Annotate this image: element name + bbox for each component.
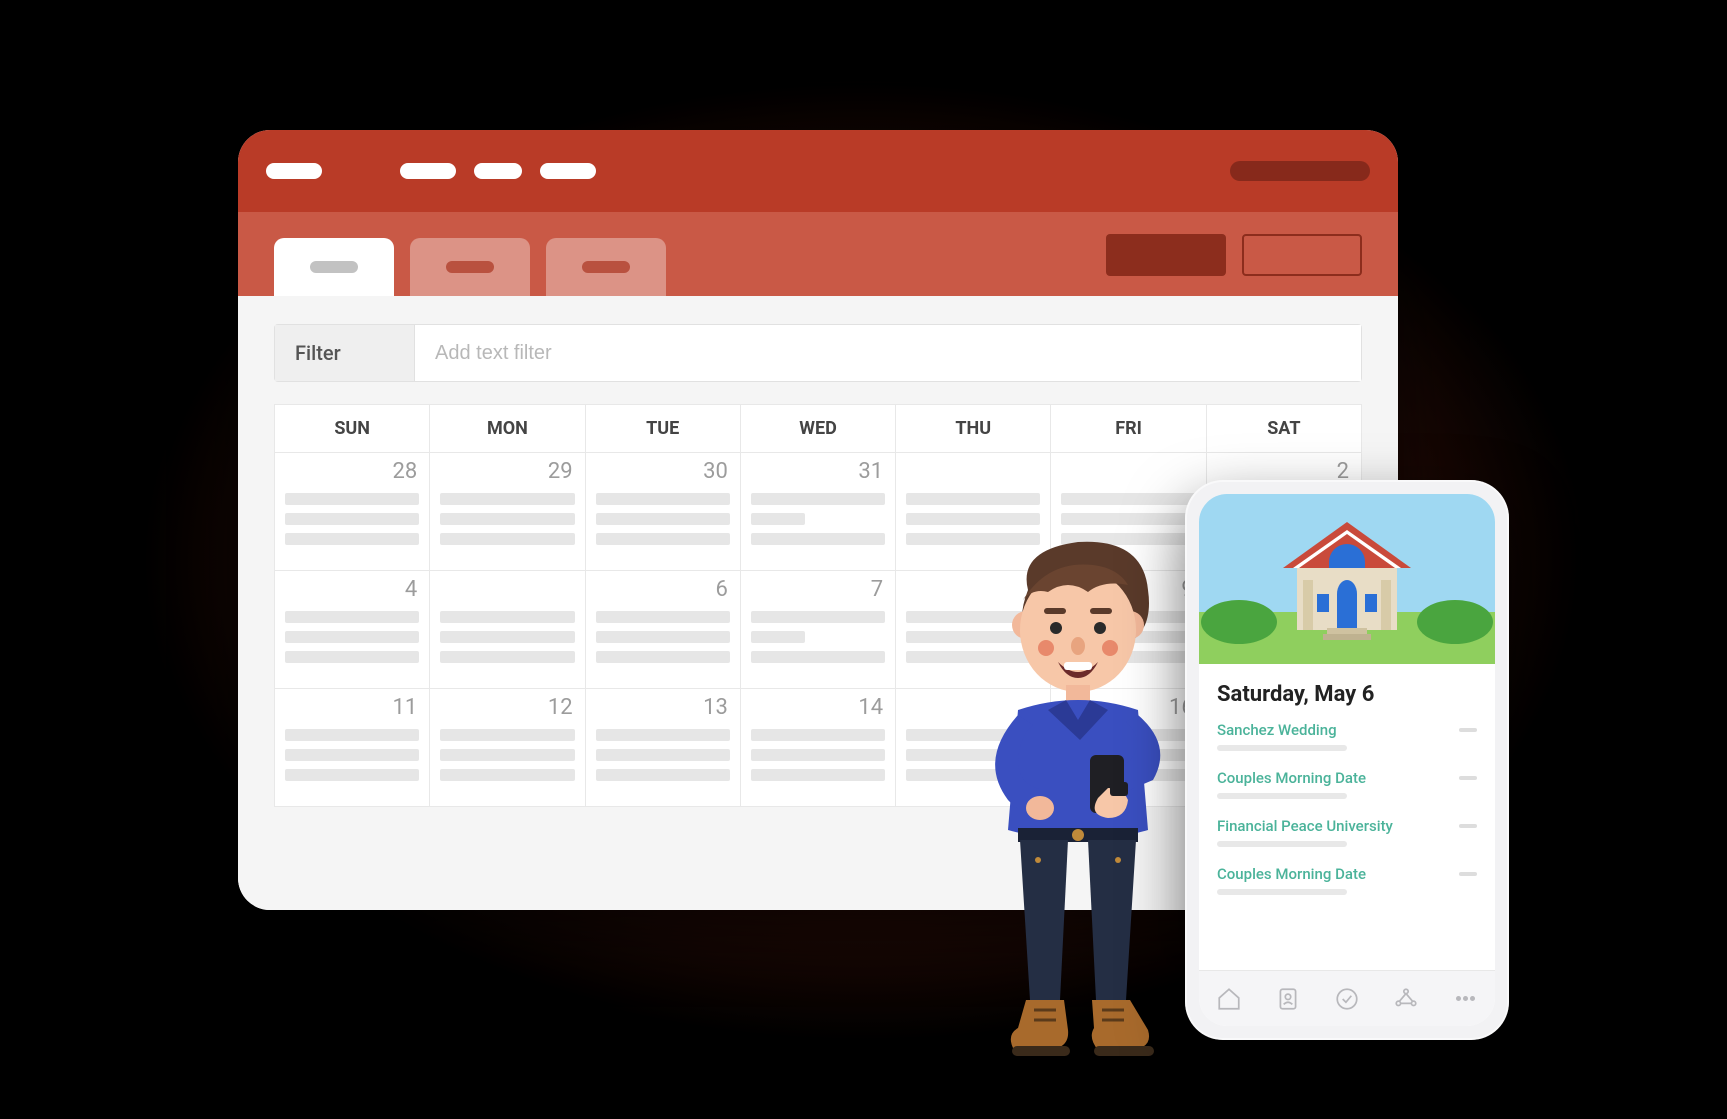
- calendar-cell[interactable]: 7: [741, 571, 896, 689]
- topnav-user-menu[interactable]: [1230, 161, 1370, 181]
- event-item[interactable]: Financial Peace University: [1217, 817, 1477, 847]
- tab-2-label: [446, 261, 494, 273]
- calendar-cell[interactable]: 30: [586, 453, 741, 571]
- person-illustration: [948, 530, 1208, 1070]
- event-more-icon[interactable]: [1459, 776, 1477, 780]
- topnav-item-3[interactable]: [540, 163, 596, 179]
- tab-1-active[interactable]: [274, 238, 394, 296]
- event-subtext-placeholder: [1217, 745, 1347, 751]
- day-header-sat: SAT: [1207, 405, 1362, 453]
- home-icon[interactable]: [1216, 986, 1242, 1012]
- event-item[interactable]: Sanchez Wedding: [1217, 721, 1477, 751]
- event-title: Sanchez Wedding: [1217, 721, 1337, 739]
- filter-label: Filter: [275, 325, 415, 381]
- app-logo-placeholder: [266, 163, 322, 179]
- contacts-icon[interactable]: [1275, 986, 1301, 1012]
- check-circle-icon[interactable]: [1334, 986, 1360, 1012]
- phone-hero-illustration: [1199, 494, 1495, 664]
- event-more-icon[interactable]: [1459, 824, 1477, 828]
- event-title: Couples Morning Date: [1217, 865, 1366, 883]
- event-more-icon[interactable]: [1459, 728, 1477, 732]
- day-header-sun: SUN: [275, 405, 430, 453]
- window-topbar: [238, 130, 1398, 212]
- calendar-cell[interactable]: 11: [275, 689, 430, 807]
- event-more-icon[interactable]: [1459, 872, 1477, 876]
- event-item[interactable]: Couples Morning Date: [1217, 769, 1477, 799]
- calendar-cell[interactable]: 6: [586, 571, 741, 689]
- event-title: Couples Morning Date: [1217, 769, 1366, 787]
- calendar-day-headers: SUN MON TUE WED THU FRI SAT: [274, 404, 1362, 453]
- tab-bar: [238, 212, 1398, 296]
- event-subtext-placeholder: [1217, 793, 1347, 799]
- calendar-cell[interactable]: 28: [275, 453, 430, 571]
- calendar-cell[interactable]: 13: [586, 689, 741, 807]
- filter-input[interactable]: [415, 325, 1361, 381]
- calendar-cell[interactable]: 31: [741, 453, 896, 571]
- toolbar-secondary-button[interactable]: [1242, 234, 1362, 276]
- calendar-cell[interactable]: 14: [741, 689, 896, 807]
- phone-bottom-nav: [1199, 970, 1495, 1026]
- day-header-tue: TUE: [586, 405, 741, 453]
- event-title: Financial Peace University: [1217, 817, 1393, 835]
- tab-1-label: [310, 261, 358, 273]
- event-subtext-placeholder: [1217, 841, 1347, 847]
- phone-date-heading: Saturday, May 6: [1217, 682, 1477, 707]
- day-header-wed: WED: [741, 405, 896, 453]
- topnav-item-2[interactable]: [474, 163, 522, 179]
- more-icon[interactable]: [1452, 986, 1478, 1012]
- phone-mockup: Saturday, May 6 Sanchez Wedding Couples …: [1185, 480, 1509, 1040]
- calendar-cell[interactable]: 29: [430, 453, 585, 571]
- event-subtext-placeholder: [1217, 889, 1347, 895]
- day-header-thu: THU: [896, 405, 1051, 453]
- toolbar-primary-button[interactable]: [1106, 234, 1226, 276]
- calendar-cell[interactable]: 4: [275, 571, 430, 689]
- calendar-cell[interactable]: [430, 571, 585, 689]
- event-item[interactable]: Couples Morning Date: [1217, 865, 1477, 895]
- network-icon[interactable]: [1393, 986, 1419, 1012]
- day-header-mon: MON: [430, 405, 585, 453]
- topnav-item-1[interactable]: [400, 163, 456, 179]
- filter-row: Filter: [274, 324, 1362, 382]
- tab-2[interactable]: [410, 238, 530, 296]
- calendar-cell[interactable]: 12: [430, 689, 585, 807]
- tab-3[interactable]: [546, 238, 666, 296]
- day-header-fri: FRI: [1051, 405, 1206, 453]
- phone-event-list: Saturday, May 6 Sanchez Wedding Couples …: [1199, 664, 1495, 970]
- tab-3-label: [582, 261, 630, 273]
